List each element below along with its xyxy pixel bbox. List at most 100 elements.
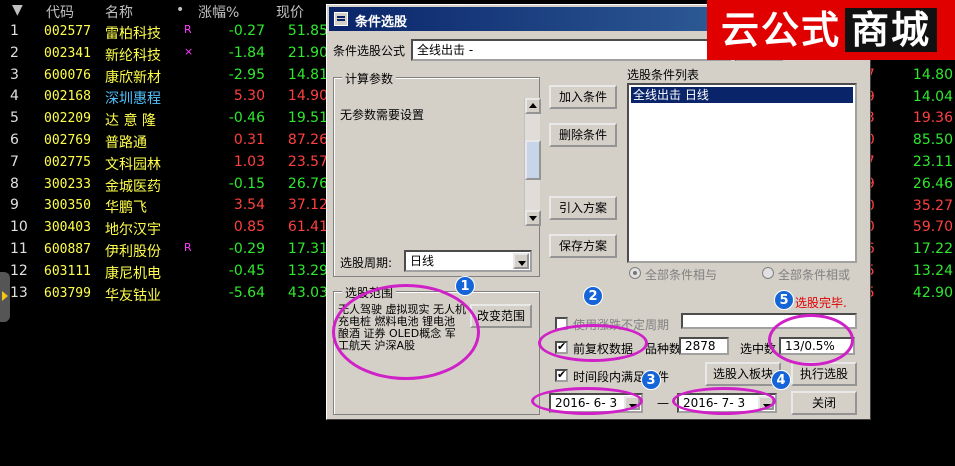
stock-code: 300403 [44, 220, 91, 236]
delete-condition-button[interactable]: 删除条件 [549, 123, 617, 147]
stock-row[interactable]: 8 300233 金城医药 -0.15 26.76 [0, 174, 330, 196]
stock-code: 002168 [44, 89, 91, 105]
badge-1: 1 [455, 276, 475, 296]
stock-price: 19.51 [287, 110, 328, 127]
condition-list-item[interactable]: 全线出击 日线 [631, 87, 853, 103]
chevron-down-icon[interactable] [513, 253, 529, 269]
annotation-ring-date-from [531, 387, 643, 415]
change-scope-button[interactable]: 改变范围 [470, 304, 532, 328]
condition-list-title: 选股条件列表 [627, 68, 700, 82]
date-separator: — [657, 396, 669, 410]
stock-row[interactable]: 5 002209 达 意 隆 -0.46 19.51 [0, 108, 330, 130]
stock-price: 17.31 [287, 241, 328, 257]
save-plan-button[interactable]: 保存方案 [549, 234, 617, 258]
stock-flag: × [184, 44, 194, 58]
row-index: 2 [10, 44, 19, 61]
annotation-ring-scope [332, 284, 480, 380]
window-icon [334, 12, 348, 26]
stock-change: 1.03 [233, 153, 265, 170]
stock-code: 002341 [44, 45, 91, 61]
stock-list-header: ▼ 代码 名称 • 涨幅% 现价 [0, 0, 330, 22]
watermark-part2: 商城 [845, 8, 938, 52]
radio-or-label[interactable]: 全部条件相或 [778, 266, 850, 283]
stock-flag: R [184, 241, 192, 254]
stock-name: 普路通 [105, 135, 147, 151]
right-strip-price: 35.27 [912, 197, 953, 214]
stock-row[interactable]: 6 002769 普路通 0.31 87.26 [0, 130, 330, 152]
stock-change: -0.15 [228, 175, 265, 192]
radio-and-label[interactable]: 全部条件相与 [645, 266, 717, 283]
stock-code: 002775 [44, 154, 91, 170]
stock-row[interactable]: 7 002775 文科园林 1.03 23.57 [0, 152, 330, 174]
stock-change: 3.54 [233, 197, 265, 214]
header-code[interactable]: 代码 [46, 2, 74, 22]
stock-code: 002577 [44, 24, 91, 39]
stock-name: 伊利股份 [105, 244, 161, 260]
close-button[interactable]: 关闭 [791, 391, 857, 415]
checkbox-time-range[interactable] [555, 368, 568, 382]
stock-row[interactable]: 4 002168 深圳惠程 5.30 14.90 [0, 86, 330, 108]
header-change[interactable]: 涨幅% [198, 2, 239, 22]
formula-label: 条件选股公式 [333, 44, 406, 58]
badge-4: 4 [771, 370, 791, 390]
row-index: 7 [10, 153, 19, 170]
annotation-ring-selected [768, 314, 854, 366]
variety-count-value: 2878 [679, 337, 729, 355]
execute-screen-button[interactable]: 执行选股 [791, 362, 857, 386]
stock-change: -2.95 [228, 66, 265, 83]
scroll-thumb[interactable] [525, 140, 541, 180]
stock-name: 深圳惠程 [105, 91, 161, 108]
right-strip-price: 14.80 [912, 66, 953, 83]
status-done: 选股完毕. [795, 296, 847, 310]
header-name[interactable]: 名称 [105, 2, 133, 22]
header-dot: • [176, 2, 185, 18]
stock-change: 5.30 [233, 88, 265, 105]
stock-name: 地尔汉宇 [105, 222, 161, 239]
badge-2: 2 [583, 286, 603, 306]
stock-row[interactable]: 2 002341 新纶科技 × -1.84 21.90 [0, 43, 330, 65]
stock-name: 康尼机电 [105, 265, 161, 282]
right-strip-price: 26.46 [912, 175, 953, 192]
radio-and[interactable] [629, 267, 641, 279]
period-label: 选股周期: [340, 256, 393, 270]
sort-icon[interactable]: ▼ [12, 2, 23, 18]
stock-row[interactable]: 1 002577 雷柏科技 R -0.27 51.85 [0, 21, 330, 43]
right-strip-price: 42.90 [912, 284, 953, 301]
row-index: 10 [10, 219, 28, 236]
stock-change: 0.31 [233, 132, 265, 148]
stock-change: -0.46 [228, 110, 265, 127]
badge-5: 5 [774, 290, 794, 310]
row-index: 13 [10, 284, 28, 301]
stock-code: 002209 [44, 111, 91, 127]
formula-select[interactable]: 全线出击 - [411, 39, 731, 61]
scroll-down-icon[interactable] [525, 210, 541, 226]
stock-row[interactable]: 11 600887 伊利股份 R -0.29 17.31 [0, 239, 330, 261]
stock-name: 新纶科技 [105, 47, 161, 64]
stock-row[interactable]: 12 603111 康尼机电 -0.45 13.29 [0, 261, 330, 283]
stock-price: 87.26 [287, 132, 328, 148]
row-index: 4 [10, 88, 19, 105]
right-strip-price: 19.36 [912, 110, 953, 127]
add-to-block-button[interactable]: 选股入板块 [705, 362, 781, 386]
right-strip-price: 13.24 [912, 263, 953, 279]
stock-row[interactable]: 9 300350 华鹏飞 3.54 37.12 [0, 195, 330, 217]
period-select[interactable]: 日线 [404, 250, 532, 272]
stock-name: 康欣新材 [105, 69, 161, 86]
add-condition-button[interactable]: 加入条件 [549, 85, 617, 109]
stock-name: 文科园林 [105, 156, 161, 173]
import-plan-button[interactable]: 引入方案 [549, 196, 617, 220]
row-index: 5 [10, 110, 19, 127]
radio-or[interactable] [762, 267, 774, 279]
params-scrollbar[interactable] [524, 98, 541, 226]
stock-row[interactable]: 3 600076 康欣新材 -2.95 14.81 [0, 65, 330, 87]
side-expand-tab[interactable] [0, 272, 10, 322]
stock-change: -5.64 [228, 284, 265, 301]
condition-list[interactable]: 全线出击 日线 [627, 83, 857, 263]
header-price[interactable]: 现价 [276, 2, 304, 22]
stock-row[interactable]: 10 300403 地尔汉宇 0.85 61.41 [0, 217, 330, 239]
stock-change: -1.84 [228, 44, 265, 61]
stock-row[interactable]: 13 603799 华友钴业 -5.64 43.03 [0, 283, 330, 305]
annotation-ring-date-to [672, 387, 776, 415]
stock-change: 0.85 [233, 219, 265, 236]
scroll-up-icon[interactable] [525, 98, 541, 114]
